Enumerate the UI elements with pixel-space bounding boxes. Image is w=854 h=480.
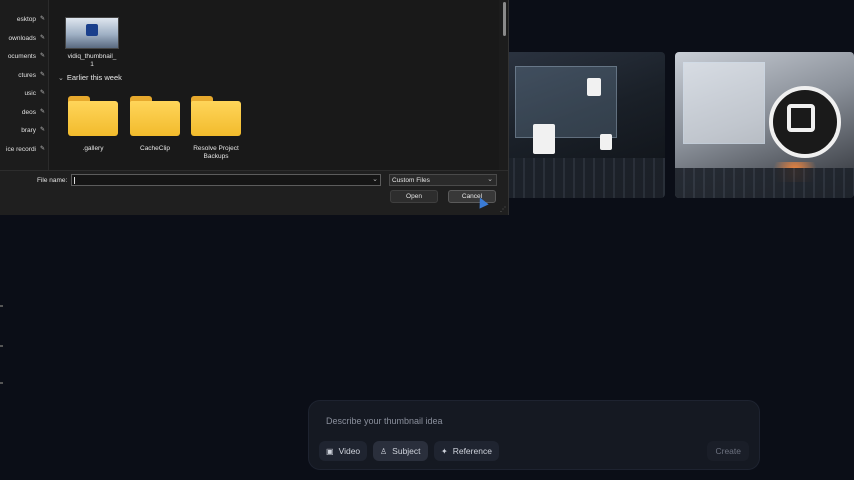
person-icon: ♙ bbox=[380, 446, 388, 456]
group-header-label: Earlier this week bbox=[66, 73, 122, 82]
nav-item-label: ownloads bbox=[8, 35, 36, 42]
pin-icon: ✎ bbox=[39, 16, 45, 22]
pin-icon: ✎ bbox=[39, 72, 45, 78]
nav-item-label: brary bbox=[21, 127, 36, 134]
resize-grip-icon[interactable]: ⋰ bbox=[500, 206, 506, 213]
video-chip-button[interactable]: ▣ Video bbox=[319, 441, 368, 461]
nav-item-music[interactable]: usic ✎ bbox=[0, 86, 48, 102]
open-button[interactable]: Open bbox=[390, 190, 438, 203]
pin-icon: ✎ bbox=[39, 127, 45, 133]
nav-item-label: usic bbox=[24, 90, 36, 97]
create-button[interactable]: Create bbox=[707, 441, 749, 461]
prompt-input[interactable]: Describe your thumbnail idea bbox=[326, 416, 443, 426]
nav-item-desktop[interactable]: esktop ✎ bbox=[0, 12, 48, 28]
scrollbar-thumb[interactable] bbox=[503, 2, 506, 36]
file-item-vidiq-thumbnail[interactable]: vidiq_thumbnail_ 1 bbox=[61, 17, 123, 69]
screen-graphic bbox=[515, 66, 617, 138]
folder-icon bbox=[130, 96, 180, 136]
subject-chip-button[interactable]: ♙ Subject bbox=[373, 441, 428, 461]
dialog-bottom-bar: File name: ⌄ Custom Files ⌄ Open Cancel … bbox=[0, 170, 508, 215]
nav-item-label: ice recordi bbox=[6, 146, 36, 153]
thumbnail-result-gear[interactable] bbox=[675, 52, 854, 198]
chevron-down-icon[interactable]: ⌄ bbox=[372, 175, 378, 183]
nav-item-label: esktop bbox=[16, 16, 36, 23]
sidebar-marker bbox=[0, 305, 3, 307]
navigation-pane[interactable]: esktop ✎ ownloads ✎ ocuments ✎ ctures ✎ … bbox=[0, 0, 49, 170]
gear-center-graphic bbox=[787, 104, 815, 132]
folder-item-cacheclip[interactable]: CacheClip bbox=[124, 96, 186, 153]
folder-name-line: Backups bbox=[203, 153, 229, 160]
document-graphic bbox=[600, 134, 612, 150]
file-open-dialog: esktop ✎ ownloads ✎ ocuments ✎ ctures ✎ … bbox=[0, 0, 509, 215]
image-thumbnail bbox=[65, 17, 119, 49]
chevron-down-icon: ⌄ bbox=[487, 176, 493, 183]
folder-name: CacheClip bbox=[140, 145, 170, 152]
file-type-select[interactable]: Custom Files ⌄ bbox=[389, 174, 497, 186]
vertical-scrollbar[interactable] bbox=[501, 0, 508, 170]
sparkle-icon: ✦ bbox=[441, 446, 448, 456]
keyboard-graphic bbox=[675, 168, 854, 198]
vidiq-logo-icon bbox=[86, 24, 98, 36]
document-graphic bbox=[587, 78, 601, 96]
keyboard-graphic bbox=[505, 158, 665, 198]
pin-icon: ✎ bbox=[39, 53, 45, 59]
thumbnail-prompt-box[interactable]: Describe your thumbnail idea ▣ Video ♙ S… bbox=[308, 400, 760, 470]
cancel-button[interactable]: Cancel bbox=[448, 190, 496, 203]
subject-chip-label: Subject bbox=[392, 446, 421, 456]
reference-chip-button[interactable]: ✦ Reference bbox=[434, 441, 499, 461]
nav-item-library[interactable]: brary ✎ bbox=[0, 123, 48, 139]
folder-item-gallery[interactable]: .gallery bbox=[62, 96, 124, 153]
nav-item-label: ocuments bbox=[7, 53, 36, 60]
group-header-earlier-this-week[interactable]: ⌄ Earlier this week bbox=[58, 73, 122, 82]
text-caret bbox=[74, 177, 75, 184]
screen-graphic bbox=[683, 62, 765, 144]
file-name-line: 1 bbox=[90, 61, 94, 68]
document-graphic bbox=[533, 124, 555, 154]
sidebar-marker bbox=[0, 382, 3, 384]
sidebar-marker bbox=[0, 345, 3, 347]
file-name-input[interactable]: ⌄ bbox=[71, 174, 381, 186]
nav-item-videos[interactable]: deos ✎ bbox=[0, 105, 48, 121]
nav-item-documents[interactable]: ocuments ✎ bbox=[0, 49, 48, 65]
pin-icon: ✎ bbox=[39, 109, 45, 115]
file-type-value: Custom Files bbox=[392, 176, 430, 184]
nav-item-downloads[interactable]: ownloads ✎ bbox=[0, 31, 48, 47]
nav-item-voice-recordings[interactable]: ice recordi ✎ bbox=[0, 142, 48, 158]
pin-icon: ✎ bbox=[39, 90, 45, 96]
nav-item-label: ctures bbox=[18, 72, 36, 79]
folder-icon bbox=[191, 96, 241, 136]
pin-icon: ✎ bbox=[39, 146, 45, 152]
film-icon: ▣ bbox=[326, 446, 334, 456]
file-name-label: File name: bbox=[37, 177, 68, 184]
chevron-down-icon: ⌄ bbox=[58, 74, 64, 82]
folder-name-line: Resolve Project bbox=[193, 145, 239, 152]
reference-chip-label: Reference bbox=[452, 446, 492, 456]
nav-item-label: deos bbox=[21, 109, 36, 116]
file-name-line: vidiq_thumbnail_ bbox=[67, 53, 117, 60]
video-chip-label: Video bbox=[338, 446, 361, 456]
nav-item-pictures[interactable]: ctures ✎ bbox=[0, 68, 48, 84]
thumbnail-result-documents[interactable] bbox=[505, 52, 665, 198]
folder-icon bbox=[68, 96, 118, 136]
pin-icon: ✎ bbox=[39, 35, 45, 41]
folder-item-resolve-project-backups[interactable]: Resolve Project Backups bbox=[185, 96, 247, 161]
folder-name: .gallery bbox=[82, 145, 104, 152]
